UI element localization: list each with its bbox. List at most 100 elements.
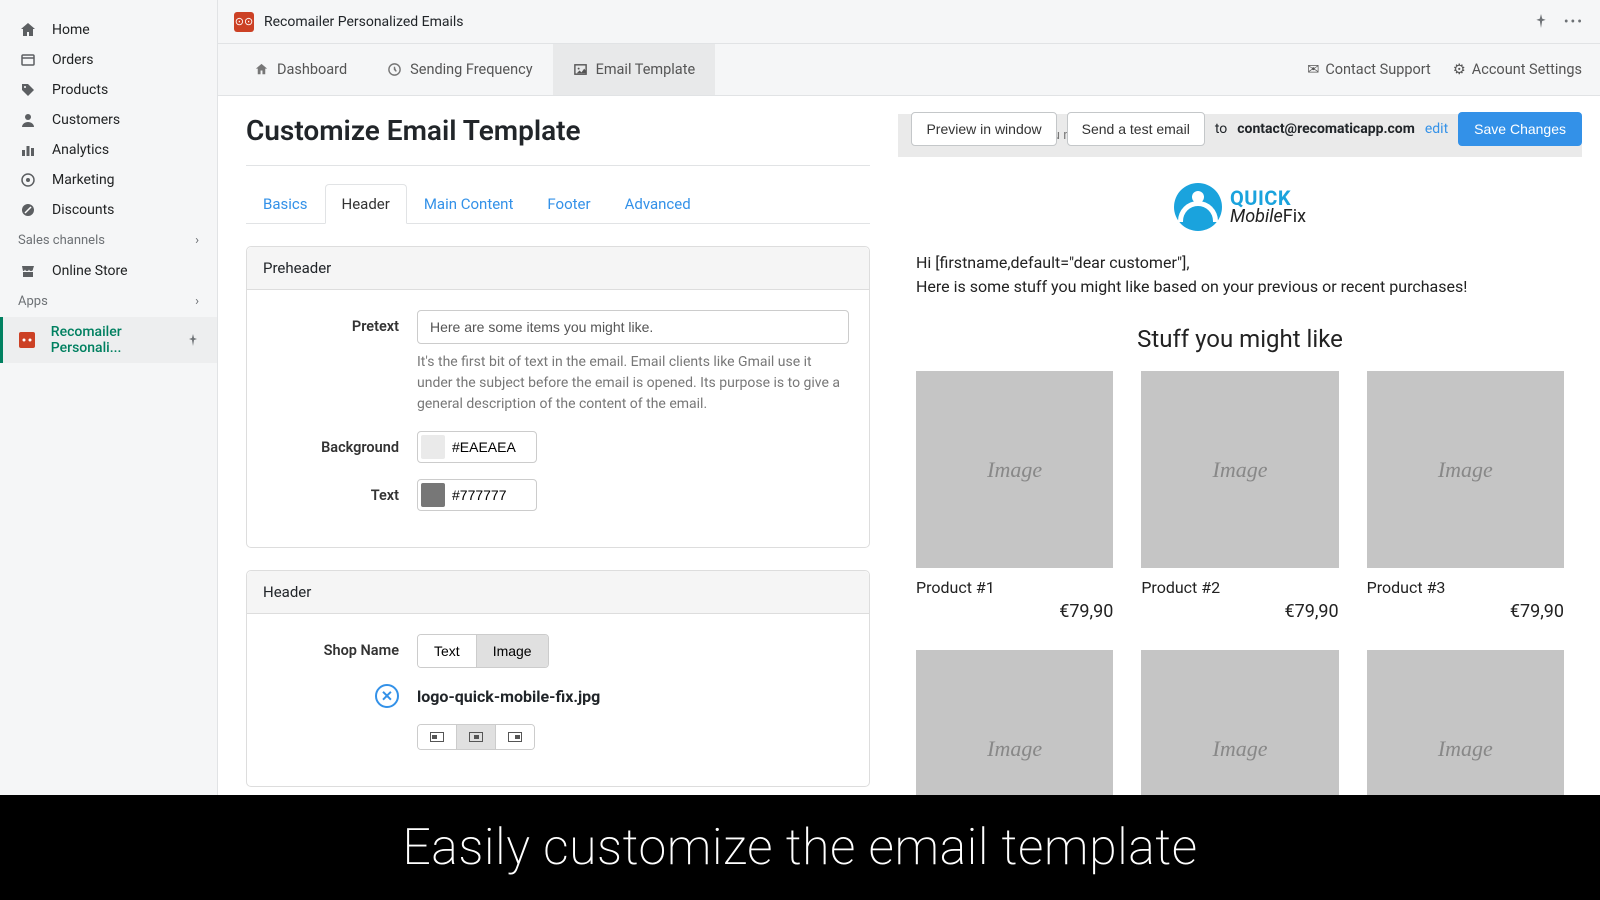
product-price: €79,90 [1367,601,1564,622]
email-preview: Here are some items you might like. QUIC… [898,114,1582,900]
text-hex[interactable] [448,481,523,509]
products-icon [18,82,38,98]
analytics-icon [18,142,38,158]
account-settings-link[interactable]: ⚙ Account Settings [1453,61,1582,78]
color-swatch [421,483,445,507]
logo-mark-icon [1174,183,1222,231]
tab-basics[interactable]: Basics [246,184,325,224]
more-icon[interactable]: ••• [1564,14,1584,30]
contact-support-link[interactable]: ✉ Contact Support [1307,61,1431,78]
image-icon [573,62,588,77]
chevron-right-icon: › [195,294,199,309]
pin-icon[interactable] [187,334,199,346]
sidebar-label: Analytics [52,142,109,158]
sidebar-item-home[interactable]: Home [0,15,217,45]
align-center-icon [469,732,483,742]
page-title: Customize Email Template [246,114,870,147]
sidebar-label: Online Store [52,263,128,279]
pin-icon[interactable] [1534,14,1548,30]
align-left-button[interactable] [418,725,456,749]
sidebar-item-customers[interactable]: Customers [0,105,217,135]
orders-icon [18,52,38,68]
sidebar-item-marketing[interactable]: Marketing [0,165,217,195]
save-button[interactable]: Save Changes [1458,112,1582,146]
template-tabs: Basics Header Main Content Footer Advanc… [246,184,870,224]
header-panel: Header Shop Name Text Image ✕ [246,570,870,787]
tab-footer[interactable]: Footer [530,184,607,224]
product-name: Product #1 [916,578,1113,597]
text-color-label: Text [267,479,417,504]
gear-icon: ⚙ [1453,61,1466,78]
align-left-icon [430,732,444,742]
preview-logo: QUICK MobileFix [898,175,1582,251]
settings-pane: Customize Email Template Basics Header M… [218,96,898,900]
apps-heading[interactable]: Apps › [0,286,217,317]
subnav-sending-frequency[interactable]: Sending Frequency [367,44,552,95]
logo-filename: logo-quick-mobile-fix.jpg [417,687,600,706]
subnav-dashboard[interactable]: Dashboard [234,44,367,95]
product-image-placeholder: Image [916,371,1113,568]
subnav-email-template[interactable]: Email Template [553,44,716,95]
product-card: Image Product #1 €79,90 [916,371,1113,622]
marketing-icon [18,172,38,188]
edit-email-link[interactable]: edit [1425,121,1448,137]
tab-advanced[interactable]: Advanced [608,184,708,224]
panel-title: Preheader [247,247,869,290]
app-subnav: Dashboard Sending Frequency Email Templa… [218,44,1600,96]
pretext-input[interactable] [417,310,849,344]
tab-main-content[interactable]: Main Content [407,184,531,224]
background-color-input[interactable] [417,431,537,463]
app-title: Recomailer Personalized Emails [264,14,464,30]
app-logo-icon: ⊙⊙ [234,12,254,32]
text-option[interactable]: Text [418,635,476,667]
tab-header[interactable]: Header [325,184,407,224]
app-icon [18,332,37,348]
home-icon [18,22,38,38]
app-topbar: ⊙⊙ Recomailer Personalized Emails ••• [218,0,1600,44]
page-actions: Preview in window Send a test email to c… [911,112,1582,146]
product-card: Image Product #3 €79,90 [1367,371,1564,622]
remove-image-icon[interactable]: ✕ [375,684,399,708]
admin-sidebar: Home Orders Products Customers Analytics… [0,0,218,900]
chevron-right-icon: › [195,233,199,248]
to-label: to [1215,121,1227,137]
color-swatch [421,435,445,459]
preview-section-title: Stuff you might like [898,325,1582,353]
align-right-button[interactable] [495,725,534,749]
align-right-icon [508,732,522,742]
sidebar-item-analytics[interactable]: Analytics [0,135,217,165]
sidebar-item-recomailer[interactable]: Recomailer Personali... [0,317,217,363]
sales-channels-heading[interactable]: Sales channels › [0,225,217,256]
envelope-icon: ✉ [1307,61,1319,78]
sidebar-label: Orders [52,52,94,68]
product-name: Product #3 [1367,578,1564,597]
product-price: €79,90 [916,601,1113,622]
shop-name-label: Shop Name [267,634,417,659]
text-color-input[interactable] [417,479,537,511]
sidebar-item-online-store[interactable]: Online Store [0,256,217,286]
store-icon [18,263,38,279]
sidebar-item-products[interactable]: Products [0,75,217,105]
product-name: Product #2 [1141,578,1338,597]
sidebar-item-discounts[interactable]: Discounts [0,195,217,225]
send-test-button[interactable]: Send a test email [1067,112,1205,146]
sidebar-label: Discounts [52,202,114,218]
sidebar-item-orders[interactable]: Orders [0,45,217,75]
background-hex[interactable] [448,433,523,461]
sidebar-label: Home [52,22,90,38]
preview-button[interactable]: Preview in window [911,112,1056,146]
marketing-caption: Easily customize the email template [0,795,1600,900]
product-price: €79,90 [1141,601,1338,622]
align-center-button[interactable] [456,725,495,749]
product-image-placeholder: Image [1367,371,1564,568]
greeting-line1: Hi [firstname,default="dear customer"], [916,251,1564,275]
image-option[interactable]: Image [476,635,548,667]
pretext-help: It's the first bit of text in the email.… [417,352,849,415]
sidebar-label: Customers [52,112,120,128]
discounts-icon [18,202,38,218]
product-image-placeholder: Image [1141,371,1338,568]
sidebar-label: Recomailer Personali... [51,324,187,356]
customers-icon [18,112,38,128]
test-email-address: contact@recomaticapp.com [1237,121,1415,137]
alignment-group [417,724,535,750]
